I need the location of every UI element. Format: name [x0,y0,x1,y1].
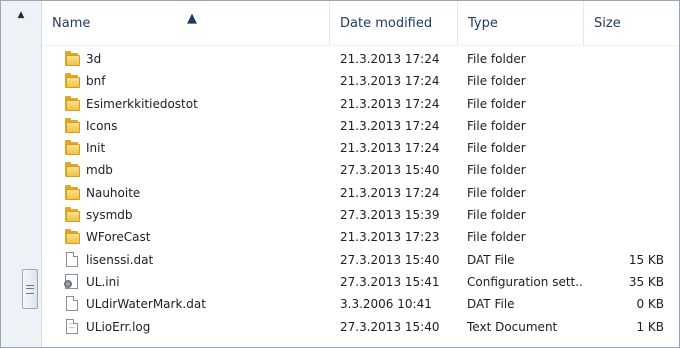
folder-icon [64,207,80,223]
item-size [582,204,664,226]
item-size [582,182,664,204]
folder-icon [64,117,80,134]
folder-icon [64,140,80,156]
item-type: File folder [467,118,526,133]
item-date-modified: 21.3.2013 17:24 [340,74,440,89]
item-date-modified: 21.3.2013 17:24 [340,52,440,66]
item-date-modified: 3.3.2006 10:41 [340,297,432,312]
item-type: DAT File [467,297,515,312]
folder-icon [64,229,80,245]
item-name: WForeCast [86,230,151,245]
item-type: File folder [467,163,526,178]
list-item[interactable]: lisenssi.dat 27.3.2013 15:40 DAT File 15 KB [42,249,679,271]
text-file-icon [64,318,80,335]
item-size [582,159,664,181]
column-header-date-label: Date modified [340,15,433,31]
item-type: Text Document [467,319,558,334]
item-name: bnf [86,74,106,89]
item-type: DAT File [467,252,515,267]
file-icon [64,251,80,268]
item-type: File folder [467,230,526,245]
column-header-name[interactable]: ▲ Name [42,1,330,45]
item-type: File folder [467,52,526,66]
column-header-type[interactable]: Type [458,1,584,45]
list-item[interactable]: Icons 21.3.2013 17:24 File folder [42,115,679,137]
item-name: UL.ini [86,274,120,289]
item-date-modified: 21.3.2013 17:24 [340,185,440,200]
file-icon [64,296,80,312]
item-date-modified: 27.3.2013 15:40 [340,163,440,178]
list-item[interactable]: WForeCast 21.3.2013 17:23 File folder [42,226,679,248]
item-name: sysmdb [86,208,133,223]
list-item[interactable]: Init 21.3.2013 17:24 File folder [42,137,679,159]
column-header-date-modified[interactable]: Date modified [330,1,458,45]
column-header-type-label: Type [468,15,498,31]
item-size [582,48,664,70]
scrollbar-thumb[interactable] [22,269,38,309]
item-date-modified: 21.3.2013 17:23 [340,230,440,245]
header-divider [42,45,679,46]
item-type: File folder [467,74,526,89]
item-date-modified: 21.3.2013 17:24 [340,141,440,156]
list-item[interactable]: bnf 21.3.2013 17:24 File folder [42,70,679,92]
item-date-modified: 27.3.2013 15:39 [340,208,440,223]
item-name: Icons [86,118,118,133]
scroll-up-arrow-icon[interactable]: ▲ [12,7,30,23]
column-header-size[interactable]: Size [584,1,679,45]
folder-icon [64,184,80,201]
item-size [582,137,664,159]
item-size: 1 KB [636,319,664,334]
item-size [582,93,664,115]
item-type: File folder [467,185,526,200]
column-header-name-label: Name [52,15,91,31]
list-item[interactable]: Esimerkkitiedostot 21.3.2013 17:24 File fo… [42,93,679,115]
item-size: 0 KB [636,297,664,312]
list-item[interactable]: UL.ini 27.3.2013 15:41 Configuration sett.… [42,271,679,293]
item-name: Esimerkkitiedostot [86,96,198,111]
item-date-modified: 21.3.2013 17:24 [340,118,440,133]
file-list: 3d 21.3.2013 17:24 File folder bnf 21.3.2013… [42,48,679,338]
item-name: 3d [86,52,102,66]
item-size: 15 KB [628,252,664,267]
settings-file-icon [64,273,80,290]
item-name: mdb [86,163,113,178]
item-name: lisenssi.dat [86,252,154,267]
folder-icon [64,95,80,112]
item-date-modified: 27.3.2013 15:40 [340,252,440,267]
item-type: File folder [467,141,526,156]
item-type: File folder [467,96,526,111]
list-item[interactable]: ULioErr.log 27.3.2013 15:40 Text Document 1… [42,316,679,338]
item-date-modified: 27.3.2013 15:41 [340,274,440,289]
file-list-pane: ▲ ▲ Name Date modified Type Size 3d 21.3.… [0,0,680,348]
item-name: Nauhoite [86,185,141,200]
item-date-modified: 27.3.2013 15:40 [340,319,440,334]
item-type: Configuration sett... [467,274,582,289]
item-size [582,70,664,92]
item-size: 35 KB [628,274,664,289]
item-date-modified: 21.3.2013 17:24 [340,96,440,111]
vertical-scrollbar[interactable]: ▲ [1,1,42,347]
column-header-bar: ▲ Name Date modified Type Size [42,1,679,45]
item-name: ULdirWaterMark.dat [86,297,206,312]
item-size [582,226,664,248]
list-item[interactable]: ULdirWaterMark.dat 3.3.2006 10:41 DAT File… [42,293,679,315]
folder-icon [64,73,80,89]
grip-icon [26,284,34,294]
list-item[interactable]: sysmdb 27.3.2013 15:39 File folder [42,204,679,226]
item-type: File folder [467,208,526,223]
list-item[interactable]: Nauhoite 21.3.2013 17:24 File folder [42,182,679,204]
item-size [582,115,664,137]
list-item[interactable]: 3d 21.3.2013 17:24 File folder [42,48,679,70]
item-name: Init [86,141,106,156]
folder-icon [64,162,80,178]
column-header-size-label: Size [594,15,621,31]
item-name: ULioErr.log [86,319,151,334]
folder-icon [64,51,80,67]
list-item[interactable]: mdb 27.3.2013 15:40 File folder [42,159,679,181]
sort-ascending-icon: ▲ [187,11,197,26]
